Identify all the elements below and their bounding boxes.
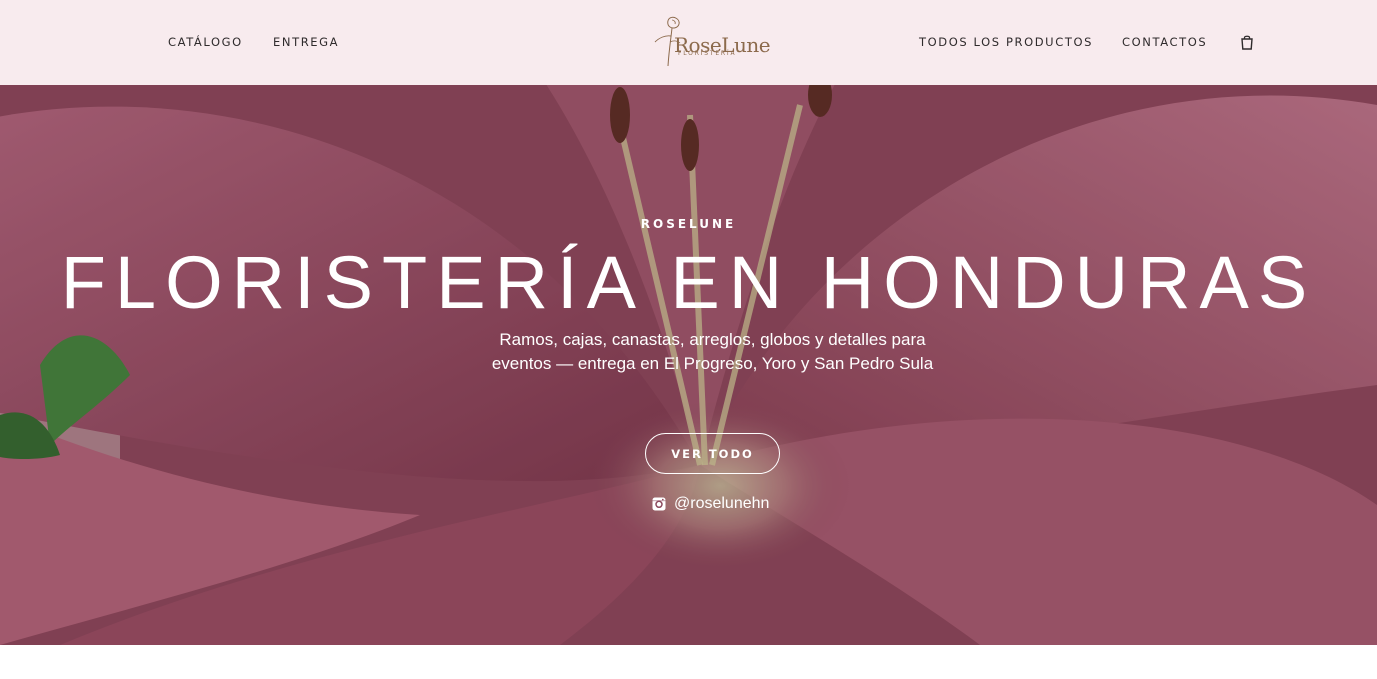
site-header: CATÁLOGO ENTREGA RoseLune FLORISTERÍA TO… <box>0 0 1377 85</box>
ver-todo-button[interactable]: VER TODO <box>645 433 780 474</box>
hero-eyebrow: ROSELUNE <box>640 217 737 231</box>
nav-contactos[interactable]: CONTACTOS <box>1122 35 1207 49</box>
instagram-icon <box>652 497 666 511</box>
instagram-link[interactable]: @roselunehn <box>652 494 769 514</box>
hero-subtitle: Ramos, cajas, canastas, arreglos, globos… <box>491 330 934 373</box>
below-hero-area <box>0 645 1377 679</box>
hero-title: FLORISTERÍA EN HONDURAS <box>60 241 1317 324</box>
nav-catalogo[interactable]: CATÁLOGO <box>168 35 243 49</box>
roselune-logo[interactable]: RoseLune FLORISTERÍA <box>650 14 772 70</box>
nav-todos-los-productos[interactable]: TODOS LOS PRODUCTOS <box>919 35 1093 49</box>
nav-entrega[interactable]: ENTREGA <box>273 35 339 49</box>
shopping-bag-icon[interactable] <box>1240 34 1254 50</box>
instagram-handle: @roselunehn <box>674 495 770 512</box>
hero-section: ROSELUNE FLORISTERÍA EN HONDURAS Ramos, … <box>0 85 1377 645</box>
logo-tagline: FLORISTERÍA <box>678 50 737 57</box>
